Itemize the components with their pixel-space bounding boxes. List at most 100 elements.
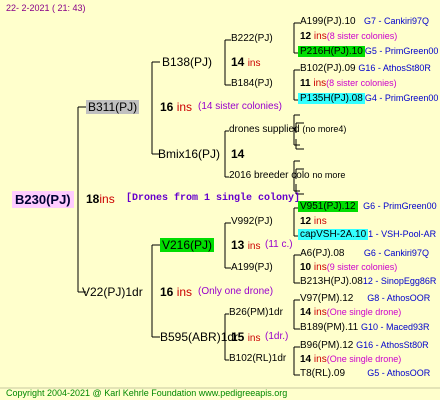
root-ins: ins — [99, 192, 115, 206]
g4-year: 11 — [300, 78, 311, 89]
b222-queen[interactable]: B222(PJ) — [231, 34, 273, 44]
g4-year: 12 — [300, 31, 312, 42]
v216-year: 13 — [231, 238, 245, 252]
b138-queen[interactable]: B138(PJ) — [162, 56, 212, 68]
v216-birth: 13 ins — [231, 239, 261, 252]
drones-supplied[interactable]: drones supplied (no more4) — [229, 125, 346, 135]
dam-year: 16 — [160, 285, 174, 299]
g4-birth: 12 ins(8 sister colonies) — [300, 32, 397, 42]
sire-name: B311(PJ) — [86, 100, 140, 114]
b26-queen[interactable]: B26(PM)1dr — [229, 308, 283, 318]
g4-v97[interactable]: V97(PM).12 G8 - AthosOOR — [300, 294, 430, 304]
v216-note: (11 c.) — [265, 239, 293, 250]
g4-t8[interactable]: T8(RL).09 G5 - AthosOOR — [300, 369, 430, 379]
g4-note: (9 sister colonies) — [326, 262, 398, 272]
breeder-text: 2016 breeder colo — [229, 170, 310, 181]
g4-birth: 10 ins(9 sister colonies) — [300, 263, 397, 273]
g4-name: T8(RL).09 — [300, 368, 346, 379]
g4-colony: 12 - SinopEgg86R — [362, 276, 437, 286]
dam-ins: ins — [176, 285, 193, 299]
root-year: 18 — [86, 192, 100, 206]
g4-colony: G8 - AthosOOR — [367, 293, 431, 303]
v216-ins: ins — [247, 241, 261, 252]
dam-queen[interactable]: V22(PJ)1dr — [82, 286, 143, 298]
g4-birth: 12 ins — [300, 217, 327, 227]
copyright-footer: Copyright 2004-2021 @ Karl Kehrle Founda… — [6, 388, 288, 398]
g4-name: P216H(PJ).10 — [298, 46, 365, 57]
g4-note: (8 sister colonies) — [326, 78, 397, 88]
g4-colony: G7 - Cankiri97Q — [363, 16, 429, 26]
g4-name: A6(PJ).08 — [300, 248, 345, 259]
g4-colony: 1 - VSH-Pool-AR — [368, 229, 437, 239]
g4-ins: ins — [313, 307, 327, 318]
g4-a6[interactable]: A6(PJ).08 G6 - Cankiri97Q — [300, 249, 429, 259]
g4-p216h[interactable]: P216H(PJ).10 G5 - PrimGreen00 — [298, 46, 439, 57]
g4-colony: G10 - Maced93R — [360, 322, 430, 332]
v992-queen[interactable]: V992(PJ) — [231, 217, 273, 227]
b595-ins: ins — [247, 333, 261, 344]
g4-note: (8 sister colonies) — [326, 31, 398, 41]
breeder-colony[interactable]: 2016 breeder colo no more — [229, 171, 345, 181]
g4-year: 14 — [300, 307, 312, 318]
bmix-birth: 14 — [231, 148, 244, 160]
b138-year: 14 — [231, 55, 245, 69]
g4-b102[interactable]: B102(PJ).09 G16 - AthosSt80R — [300, 64, 431, 74]
g4-ins: ins — [313, 31, 327, 42]
b138-birth: 14 ins — [231, 56, 261, 69]
a199-queen[interactable]: A199(PJ) — [231, 263, 273, 273]
g4-v951[interactable]: V951(PJ).12 G6 - PrimGreen00 — [298, 201, 437, 212]
g4-capvsh[interactable]: capVSH-2A.10 1 - VSH-Pool-AR — [298, 229, 437, 240]
g4-colony: G16 - AthosSt80R — [358, 63, 431, 73]
b595-queen[interactable]: B595(ABR)1dr — [160, 331, 238, 343]
root-note: [Drones from 1 single colony] — [126, 193, 301, 204]
g4-ins: ins — [313, 354, 327, 365]
g4-a199[interactable]: A199(PJ).10 G7 - Cankiri97Q — [300, 17, 429, 27]
timestamp: 22- 2-2021 ( 21: 43) — [6, 3, 86, 13]
g4-name: V951(PJ).12 — [298, 201, 358, 212]
g4-note: (One single drone) — [326, 307, 402, 317]
g4-b213h[interactable]: B213H(PJ).0812 - SinopEgg86R — [300, 277, 436, 287]
g4-p135h[interactable]: P135H(PJ).08 G4 - PrimGreen00 — [298, 93, 439, 104]
b184-queen[interactable]: B184(PJ) — [231, 79, 273, 89]
g4-ins: ins — [313, 78, 327, 89]
dam-note: (Only one drone) — [198, 286, 274, 297]
g4-colony: G16 - AthosSt80R — [356, 340, 429, 350]
breeder-note: no more — [312, 170, 346, 180]
dam-birth: 16 ins — [160, 286, 192, 298]
g4-ins: ins — [313, 216, 327, 227]
v216-queen[interactable]: V216(PJ) — [160, 238, 215, 252]
b138-ins: ins — [247, 58, 261, 69]
g4-name: B189(PM).11 — [300, 322, 359, 333]
g4-b189[interactable]: B189(PM).11 G10 - Maced93R — [300, 323, 430, 333]
g4-name: B213H(PJ).08 — [300, 276, 363, 287]
g4-b96[interactable]: B96(PM).12 G16 - AthosSt80R — [300, 341, 429, 351]
g4-birth: 11 ins(8 sister colonies) — [300, 79, 397, 89]
g4-colony: G6 - Cankiri97Q — [363, 248, 429, 258]
sire-ins: ins — [176, 100, 193, 114]
g4-colony: G5 - PrimGreen00 — [364, 46, 439, 56]
b595-birth: 15 ins — [231, 331, 261, 344]
bmix-year: 14 — [231, 147, 245, 161]
bmix-queen[interactable]: Bmix16(PJ) — [158, 148, 220, 160]
drones-text: drones supplied — [229, 124, 300, 135]
b595-note: (1dr.) — [265, 331, 289, 342]
g4-note: (One single drone) — [326, 354, 402, 364]
b102-queen[interactable]: B102(RL)1dr — [229, 354, 286, 364]
g4-name: A199(PJ).10 — [300, 16, 356, 27]
root-name: B230(PJ) — [12, 191, 74, 208]
g4-colony: G4 - PrimGreen00 — [364, 93, 439, 103]
g4-birth: 14 ins(One single drone) — [300, 308, 401, 318]
sire-year: 16 — [160, 100, 174, 114]
g4-name: P135H(PJ).08 — [298, 93, 365, 104]
g4-ins: ins — [313, 262, 327, 273]
g4-year: 10 — [300, 262, 312, 273]
g4-year: 14 — [300, 354, 312, 365]
sire-queen[interactable]: B311(PJ) — [86, 100, 140, 114]
g4-colony: G5 - AthosOOR — [367, 368, 431, 378]
drones-note: (no more4) — [302, 124, 347, 134]
g4-year: 12 — [300, 216, 312, 227]
root-birth: 18ins — [86, 193, 115, 205]
root-queen[interactable]: B230(PJ) — [12, 191, 74, 208]
g4-birth: 14 ins(One single drone) — [300, 355, 401, 365]
g4-colony: G6 - PrimGreen00 — [363, 201, 437, 211]
